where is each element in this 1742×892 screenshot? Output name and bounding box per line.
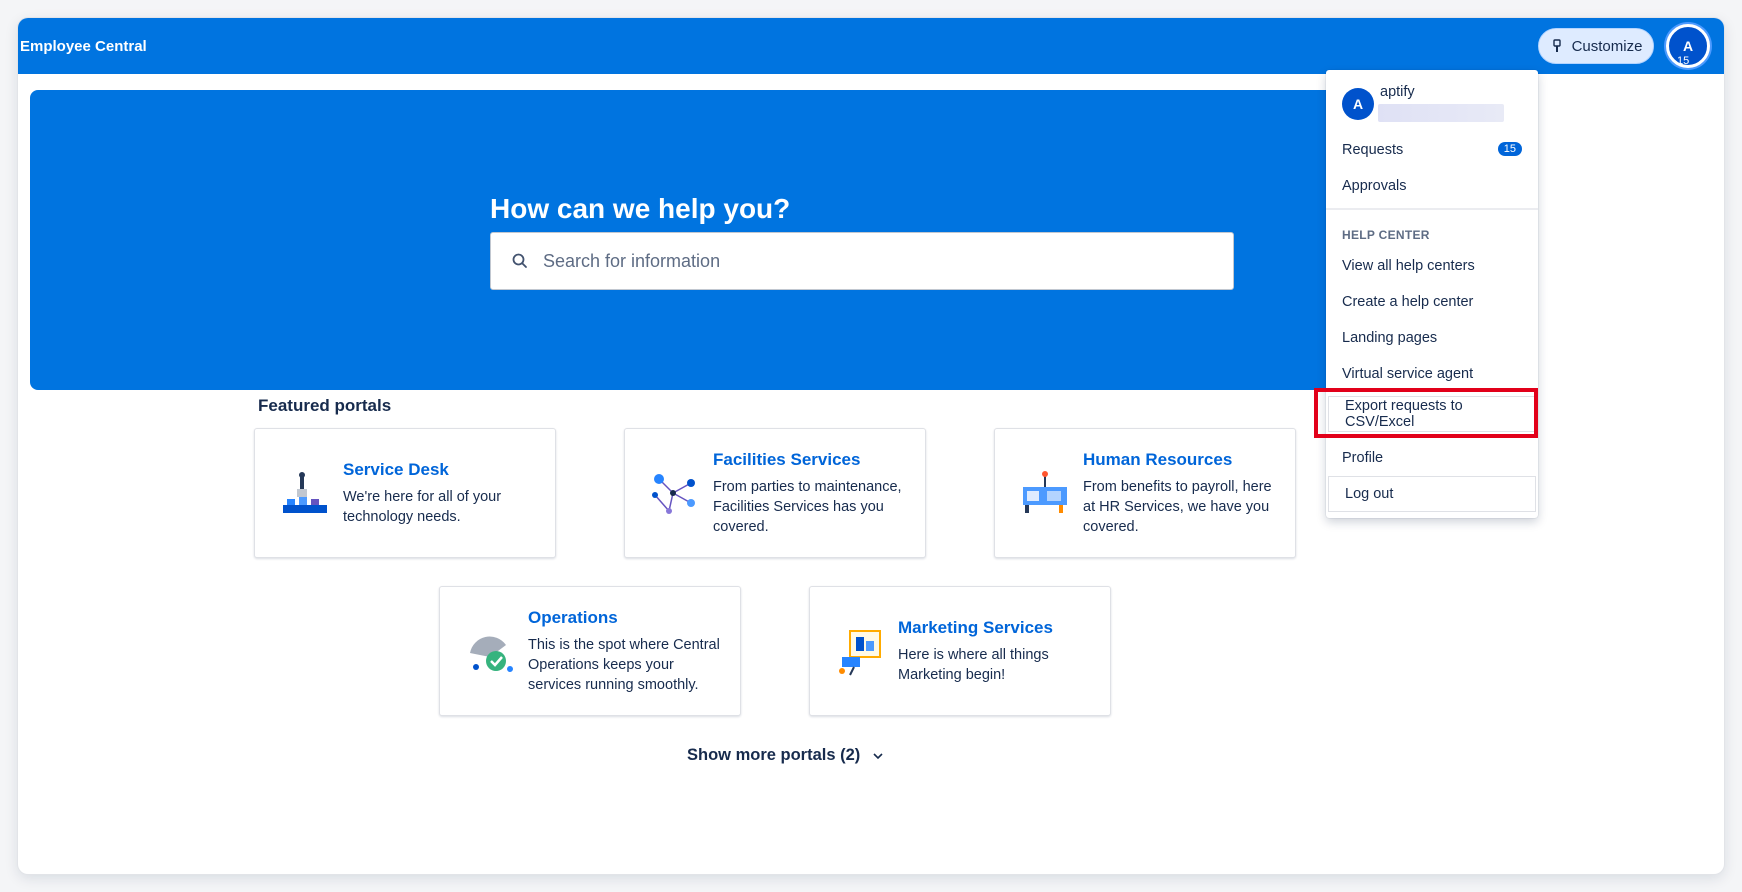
menu-avatar: A bbox=[1342, 88, 1374, 120]
redacted-email bbox=[1378, 104, 1504, 122]
menu-item-create-help-center[interactable]: Create a help center bbox=[1326, 284, 1538, 320]
search-box[interactable] bbox=[490, 232, 1234, 290]
portal-description: We're here for all of your technology ne… bbox=[343, 488, 502, 525]
menu-user-header: A aptify bbox=[1326, 70, 1538, 138]
menu-item-export-requests[interactable]: Export requests to CSV/Excel bbox=[1328, 396, 1536, 432]
menu-item-view-all-help-centers[interactable]: View all help centers bbox=[1326, 248, 1538, 284]
menu-item-label: Requests bbox=[1342, 142, 1404, 158]
facilities-network-icon bbox=[652, 474, 695, 514]
search-input[interactable] bbox=[543, 250, 1203, 272]
search-icon bbox=[512, 253, 527, 268]
portal-title[interactable]: Service Desk bbox=[343, 460, 535, 480]
customize-button[interactable]: Customize bbox=[1538, 28, 1654, 64]
portal-title[interactable]: Facilities Services bbox=[713, 450, 905, 470]
menu-item-log-out[interactable]: Log out bbox=[1328, 476, 1536, 512]
brand-title[interactable]: Employee Central bbox=[20, 38, 147, 55]
menu-item-approvals[interactable]: Approvals bbox=[1326, 168, 1538, 204]
customize-label: Customize bbox=[1571, 37, 1643, 55]
featured-portals-title: Featured portals bbox=[258, 396, 392, 415]
menu-item-virtual-service-agent[interactable]: Virtual service agent bbox=[1326, 356, 1538, 392]
show-more-portals-button[interactable]: Show more portals (2) bbox=[687, 746, 884, 765]
menu-item-label: Approvals bbox=[1342, 178, 1407, 194]
portal-card-operations[interactable]: Operations This is the spot where Centra… bbox=[439, 586, 741, 716]
help-center-heading: HELP CENTER bbox=[1342, 228, 1430, 242]
menu-username: aptify bbox=[1380, 84, 1415, 100]
portal-title[interactable]: Human Resources bbox=[1083, 450, 1275, 470]
portal-card-service-desk[interactable]: Service Desk We're here for all of your … bbox=[254, 428, 556, 558]
menu-item-label: Create a help center bbox=[1342, 294, 1474, 310]
menu-item-label: View all help centers bbox=[1342, 258, 1475, 274]
chevron-down-icon bbox=[873, 752, 883, 759]
menu-item-profile[interactable]: Profile bbox=[1326, 440, 1538, 476]
operations-checkmark-icon bbox=[470, 636, 513, 672]
portal-description: This is the spot where Central Operation… bbox=[528, 636, 720, 693]
top-bar: Employee Central Customize A 15 bbox=[18, 18, 1724, 74]
portal-title[interactable]: Operations bbox=[528, 608, 720, 628]
avatar-letter: A bbox=[1682, 38, 1694, 54]
portal-card-marketing[interactable]: Marketing Services Here is where all thi… bbox=[809, 586, 1111, 716]
profile-dropdown-menu: A aptify Requests 15 Approvals HELP CENT… bbox=[1326, 70, 1538, 518]
paintbrush-icon bbox=[1552, 39, 1561, 52]
requests-count-badge: 15 bbox=[1497, 142, 1522, 156]
human-resources-illustration-icon bbox=[1023, 471, 1067, 513]
marketing-easel-icon bbox=[839, 630, 881, 676]
portal-description: Here is where all things Marketing begin… bbox=[898, 646, 1049, 683]
menu-item-label: Virtual service agent bbox=[1342, 366, 1474, 382]
portal-description: From benefits to payroll, here at HR Ser… bbox=[1083, 478, 1272, 535]
menu-item-label: Export requests to CSV/Excel bbox=[1345, 398, 1463, 430]
menu-divider bbox=[1326, 208, 1538, 210]
show-more-label: Show more portals (2) bbox=[687, 746, 861, 764]
app-window: Employee Central Customize A 15 How can … bbox=[18, 18, 1724, 874]
portal-card-human-resources[interactable]: Human Resources From benefits to payroll… bbox=[994, 428, 1296, 558]
avatar-notification-count: 15 bbox=[1677, 55, 1690, 67]
portal-card-facilities[interactable]: Facilities Services From parties to main… bbox=[624, 428, 926, 558]
profile-avatar-button[interactable]: A 15 bbox=[1666, 24, 1710, 68]
menu-item-landing-pages[interactable]: Landing pages bbox=[1326, 320, 1538, 356]
portal-description: From parties to maintenance, Facilities … bbox=[713, 478, 902, 535]
hero-title: How can we help you? bbox=[490, 193, 791, 224]
menu-item-label: Log out bbox=[1345, 486, 1394, 502]
hero-banner: How can we help you? bbox=[30, 90, 1500, 390]
menu-item-label: Landing pages bbox=[1342, 330, 1438, 346]
menu-item-requests[interactable]: Requests 15 bbox=[1326, 132, 1538, 168]
portal-title[interactable]: Marketing Services bbox=[898, 618, 1090, 638]
service-desk-illustration-icon bbox=[283, 472, 327, 513]
menu-item-label: Profile bbox=[1342, 450, 1384, 466]
